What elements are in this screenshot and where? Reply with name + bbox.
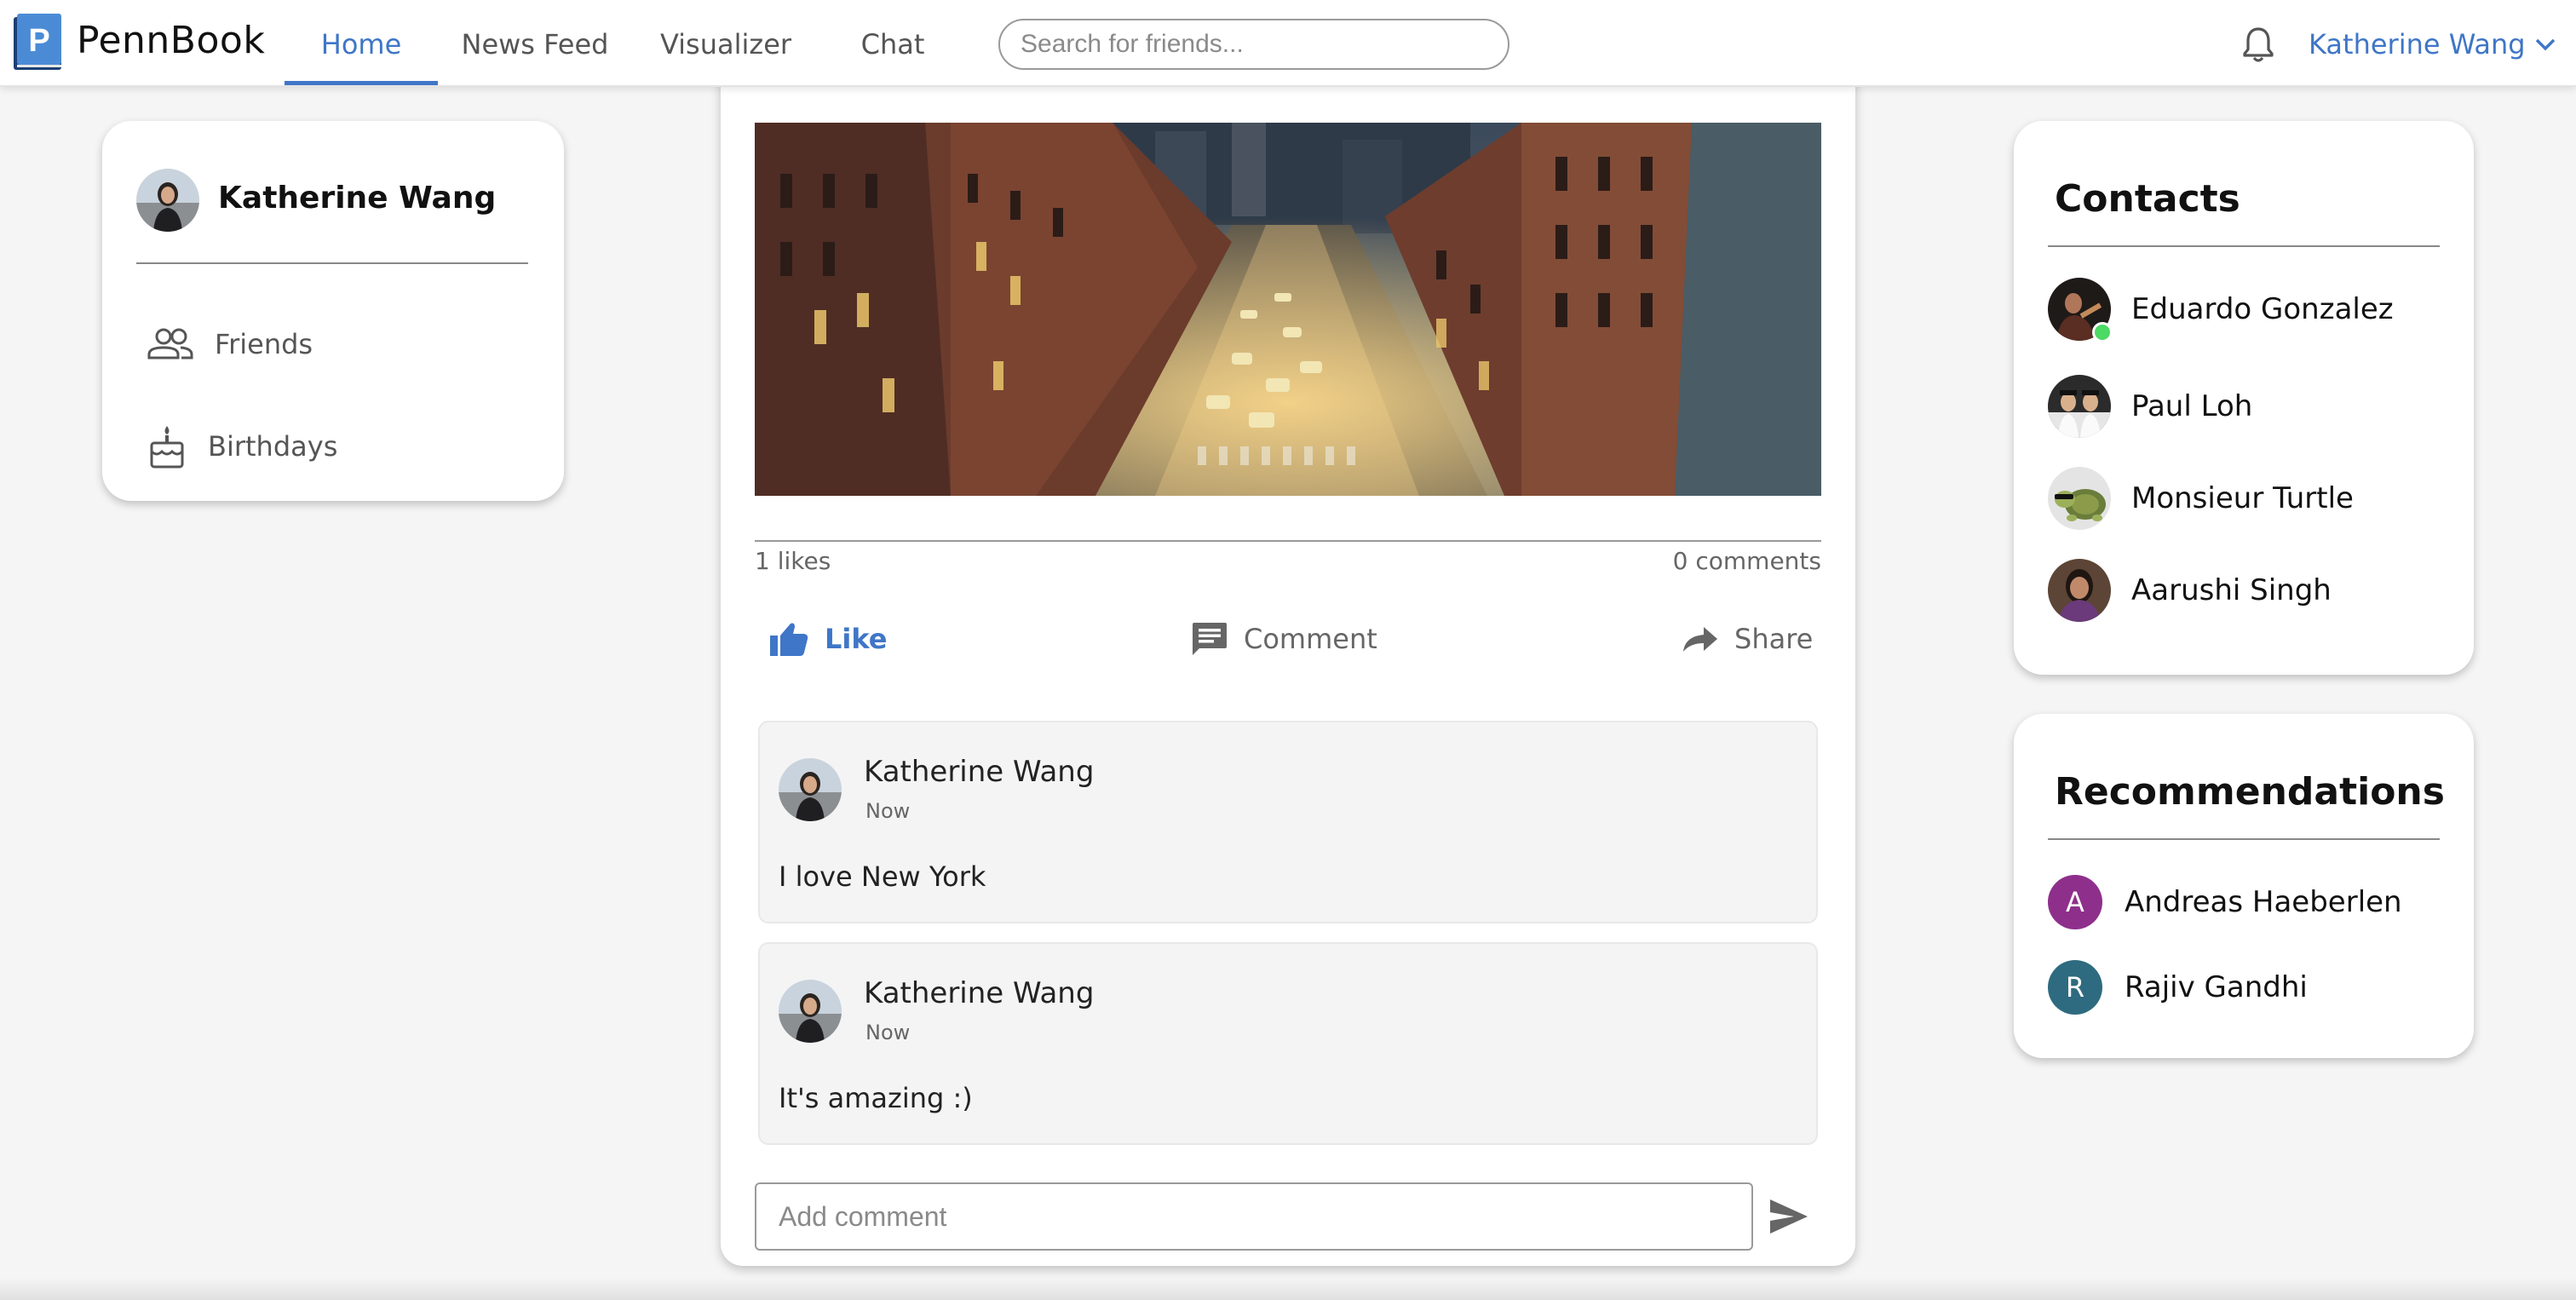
like-button-label: Like <box>825 623 888 655</box>
recommendation-name: Rajiv Gandhi <box>2125 970 2308 1004</box>
tab-visualizer[interactable]: Visualizer <box>641 0 811 85</box>
friends-icon <box>147 328 193 360</box>
share-icon <box>1683 627 1717 652</box>
recommendation-name: Andreas Haeberlen <box>2125 885 2402 919</box>
recommendations-card: Recommendations A Andreas Haeberlen R Ra… <box>2014 714 2474 1058</box>
contact-avatar <box>2048 375 2111 438</box>
post-stats-divider <box>755 540 1821 542</box>
sidebar-item-friends[interactable]: Friends <box>147 319 313 370</box>
profile-name[interactable]: Katherine Wang <box>218 181 496 216</box>
comments-count[interactable]: 0 comments <box>1673 547 1821 575</box>
comment-author-avatar[interactable] <box>779 980 842 1043</box>
comment-item: Katherine Wang Now It's amazing :) <box>758 942 1818 1145</box>
logo-letter: P <box>28 23 49 59</box>
top-navigation-bar: P PennBook Home News Feed Visualizer Cha… <box>0 0 2576 87</box>
contact-item-aarushi-singh[interactable]: Aarushi Singh <box>2048 559 2332 622</box>
chevron-down-icon <box>2535 38 2555 51</box>
tab-chat[interactable]: Chat <box>840 0 946 85</box>
comment-author-name[interactable]: Katherine Wang <box>864 755 1094 789</box>
pennbook-logo[interactable]: P <box>14 14 63 72</box>
contact-item-eduardo-gonzalez[interactable]: Eduardo Gonzalez <box>2048 278 2394 342</box>
comment-timestamp: Now <box>865 799 911 823</box>
cake-icon <box>150 426 184 469</box>
likes-count[interactable]: 1 likes <box>755 547 831 575</box>
contact-avatar <box>2048 278 2113 342</box>
contact-name: Aarushi Singh <box>2131 573 2332 607</box>
notification-bell-icon[interactable] <box>2240 26 2276 63</box>
comment-timestamp: Now <box>865 1021 911 1044</box>
contact-name: Eduardo Gonzalez <box>2131 292 2394 326</box>
friend-search-input[interactable] <box>998 19 1509 70</box>
contact-name: Monsieur Turtle <box>2131 481 2354 515</box>
sidebar-item-birthdays[interactable]: Birthdays <box>147 421 337 472</box>
recommendation-avatar: A <box>2048 875 2102 929</box>
contacts-divider <box>2048 245 2440 247</box>
contacts-card: Contacts Eduardo Gonzalez Paul Loh Monsi… <box>2014 121 2474 675</box>
contact-avatar <box>2048 467 2111 530</box>
share-button[interactable]: Share <box>1680 615 1813 663</box>
user-menu-name: Katherine Wang <box>2309 28 2526 60</box>
page-bottom-shadow <box>0 1278 2576 1300</box>
comment-button[interactable]: Comment <box>1191 615 1377 663</box>
app-brand[interactable]: PennBook <box>77 19 265 62</box>
contact-item-paul-loh[interactable]: Paul Loh <box>2048 375 2252 438</box>
share-button-label: Share <box>1734 623 1814 655</box>
recommendation-item-rajiv-gandhi[interactable]: R Rajiv Gandhi <box>2048 956 2308 1019</box>
sidebar-item-label: Friends <box>215 328 313 360</box>
user-menu[interactable]: Katherine Wang <box>2309 22 2556 66</box>
comment-text: It's amazing :) <box>779 1082 973 1114</box>
contact-item-monsieur-turtle[interactable]: Monsieur Turtle <box>2048 467 2354 530</box>
recommendation-avatar: R <box>2048 960 2102 1015</box>
tab-home[interactable]: Home <box>285 0 438 85</box>
post-card: 1 likes 0 comments Like Comment Share Ka… <box>721 51 1855 1266</box>
comment-icon <box>1193 623 1227 655</box>
add-comment-input[interactable] <box>755 1182 1753 1251</box>
contact-avatar <box>2048 559 2111 622</box>
contact-name: Paul Loh <box>2131 389 2253 423</box>
post-image-new-york-street[interactable] <box>755 123 1821 496</box>
like-button[interactable]: Like <box>768 615 887 663</box>
tab-news-feed[interactable]: News Feed <box>450 0 620 85</box>
recommendation-item-andreas-haeberlen[interactable]: A Andreas Haeberlen <box>2048 871 2402 934</box>
comment-text: I love New York <box>779 860 986 893</box>
comment-author-avatar[interactable] <box>779 758 842 821</box>
sidebar-item-label: Birthdays <box>208 430 338 463</box>
recommendations-title: Recommendations <box>2055 770 2445 814</box>
send-icon[interactable] <box>1767 1196 1811 1237</box>
profile-divider <box>136 262 528 264</box>
contacts-title: Contacts <box>2055 177 2240 221</box>
profile-avatar[interactable] <box>136 169 199 232</box>
comment-author-name[interactable]: Katherine Wang <box>864 976 1094 1010</box>
comment-button-label: Comment <box>1244 623 1377 655</box>
recommendations-divider <box>2048 838 2440 840</box>
profile-sidebar-card: Katherine Wang Friends Birthdays <box>102 121 564 501</box>
thumbs-up-icon <box>770 623 808 656</box>
comment-item: Katherine Wang Now I love New York <box>758 721 1818 923</box>
online-status-indicator <box>2092 322 2113 342</box>
